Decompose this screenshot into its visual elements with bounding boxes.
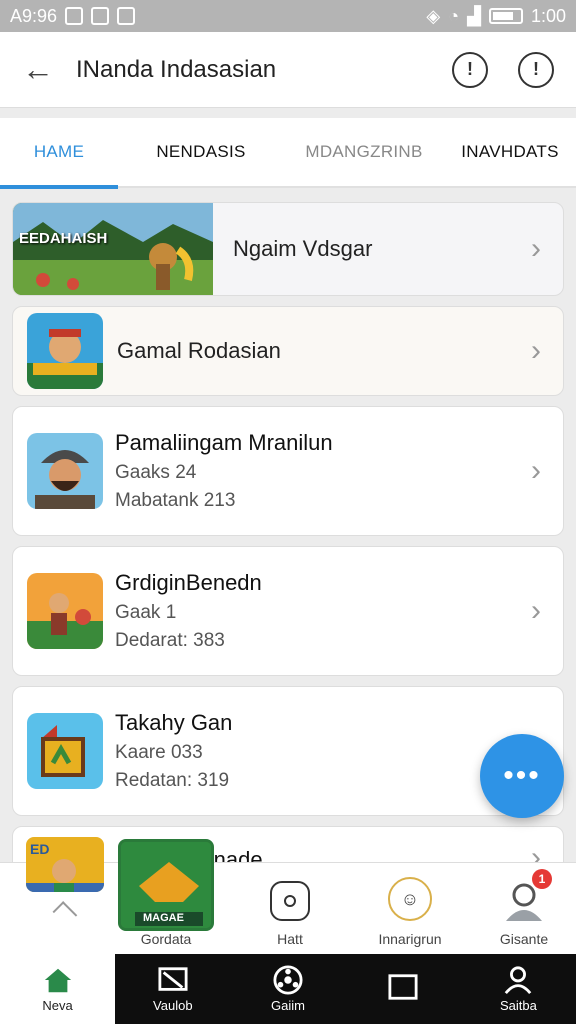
tray-expand-icon[interactable]: [52, 901, 78, 926]
signal-icon: ▟: [467, 5, 481, 26]
app-bar: ← INanda Indasasian ! !: [0, 32, 576, 108]
status-bar: A9:96 ◈ ◔ ▟ 1:00: [0, 0, 576, 32]
tray-item-gisante[interactable]: 1 Gisante: [482, 863, 566, 955]
game-stat: Kaare 033: [115, 742, 203, 763]
battery-icon: [488, 8, 523, 24]
nav-label: Saitba: [499, 997, 537, 1013]
tab-inavhdats[interactable]: INAVHDATS: [444, 117, 576, 187]
chevron-right-icon: ›: [531, 594, 541, 627]
tab-nendasis[interactable]: NENDASIS: [118, 117, 284, 187]
camera-icon: [270, 881, 310, 921]
featured-thumbnail: [27, 313, 103, 389]
game-stat: Gaak 1: [115, 602, 177, 623]
nav-label: Vaulob: [153, 997, 193, 1013]
more-dots-icon: •••: [503, 759, 541, 792]
download-icon: [117, 7, 136, 25]
tray-label: Hatt: [277, 931, 303, 947]
tray-image-text: ED: [30, 841, 50, 857]
game-thumbnail: [27, 713, 103, 789]
tray-gordata-thumbnail: MAGAE: [118, 839, 214, 931]
shortcut-tray: ED MAGAE Gordata Hatt ☺ Innarigrun 1 Gis…: [0, 837, 576, 955]
info-icon: !: [467, 59, 473, 79]
tray-item-gordata[interactable]: MAGAE Gordata: [118, 839, 214, 955]
nav-item-window[interactable]: [346, 954, 461, 1024]
face-icon: ☺: [388, 877, 432, 921]
news-icon: [158, 966, 188, 994]
home-icon: [43, 966, 73, 994]
tray-image-text: MAGAE: [143, 912, 184, 924]
tray-label: Innarigrun: [378, 931, 442, 947]
nav-label: Neva: [42, 997, 73, 1013]
game-stat: Redatan: 319: [115, 770, 230, 791]
nav-label: Gaiim: [271, 997, 305, 1013]
info-button[interactable]: !: [452, 51, 488, 88]
game-card[interactable]: Takahy Gan Kaare 033 Redatan: 319 ›: [12, 686, 564, 816]
alert-button[interactable]: !: [518, 51, 554, 88]
tray-game-thumbnail: ED: [26, 837, 104, 893]
game-title: Takahy Gan: [115, 710, 233, 735]
status-time-right: 1:00: [530, 5, 566, 26]
tray-item-hatt[interactable]: Hatt: [250, 863, 330, 955]
tray-item-game[interactable]: ED: [22, 837, 108, 929]
square-icon: [388, 973, 418, 1001]
game-title: Pamaliingam Mranilun: [115, 430, 333, 455]
game-thumbnail: [27, 573, 103, 649]
game-controller-icon: [273, 964, 303, 995]
bottom-navigation: Neva Vaulob Gaiim Saitba: [0, 954, 576, 1024]
nav-item-vaulob[interactable]: Vaulob: [115, 954, 230, 1024]
game-card[interactable]: Pamaliingam Mranilun Gaaks 24 Mabatank 2…: [12, 406, 564, 536]
game-card[interactable]: GrdiginBenedn Gaak 1 Dedarat: 383 ›: [12, 546, 564, 676]
nav-item-saitba[interactable]: Saitba: [461, 954, 576, 1024]
featured-title: Gamal Rodasian: [117, 338, 281, 363]
game-title: GrdiginBenedn: [115, 570, 262, 595]
banner-title: Ngaim Vdsgar: [233, 236, 373, 261]
nav-item-gaiim[interactable]: Gaiim: [230, 954, 345, 1024]
chevron-right-icon: ›: [531, 334, 541, 367]
nav-item-home[interactable]: Neva: [0, 954, 116, 1024]
game-stat: Mabatank 213: [115, 490, 236, 511]
game-stat: Gaaks 24: [115, 462, 197, 483]
vibrate-icon: ◈: [426, 5, 441, 26]
banner-image: EEDAHAISH: [13, 203, 213, 295]
game-stat: Dedarat: 383: [115, 630, 225, 651]
chevron-right-icon: ›: [531, 232, 541, 265]
tray-item-innarigrun[interactable]: ☺ Innarigrun: [362, 863, 458, 955]
tab-bar: HAME NENDASIS MDANGZRINB INAVHDATS: [0, 117, 576, 189]
arrow-left-icon: ←: [22, 51, 54, 87]
tray-label: Gisante: [499, 931, 549, 947]
game-thumbnail: [27, 433, 103, 509]
tab-mdangzrinb[interactable]: MDANGZRINB: [284, 117, 444, 187]
page-title: INanda Indasasian: [76, 55, 277, 83]
game-list: EEDAHAISH Ngaim Vdsgar › Gamal Rodasian …: [12, 202, 564, 896]
tray-label: Gordata: [140, 931, 192, 947]
banner-image-text: EEDAHAISH: [19, 230, 108, 247]
notification-icon: [65, 7, 84, 25]
more-options-button[interactable]: •••: [480, 734, 564, 818]
status-time-left: A9:96: [10, 5, 58, 26]
wifi-icon: ◔: [448, 5, 460, 26]
featured-card[interactable]: Gamal Rodasian ›: [12, 306, 564, 396]
person-icon: [503, 965, 533, 994]
tab-home[interactable]: HAME: [0, 117, 118, 189]
chevron-right-icon: ›: [531, 454, 541, 487]
alert-icon: !: [533, 59, 539, 79]
app-notification-icon: [91, 7, 110, 25]
banner-card[interactable]: EEDAHAISH Ngaim Vdsgar ›: [12, 202, 564, 296]
back-button[interactable]: ←: [0, 32, 76, 108]
notification-badge: 1: [532, 869, 552, 889]
